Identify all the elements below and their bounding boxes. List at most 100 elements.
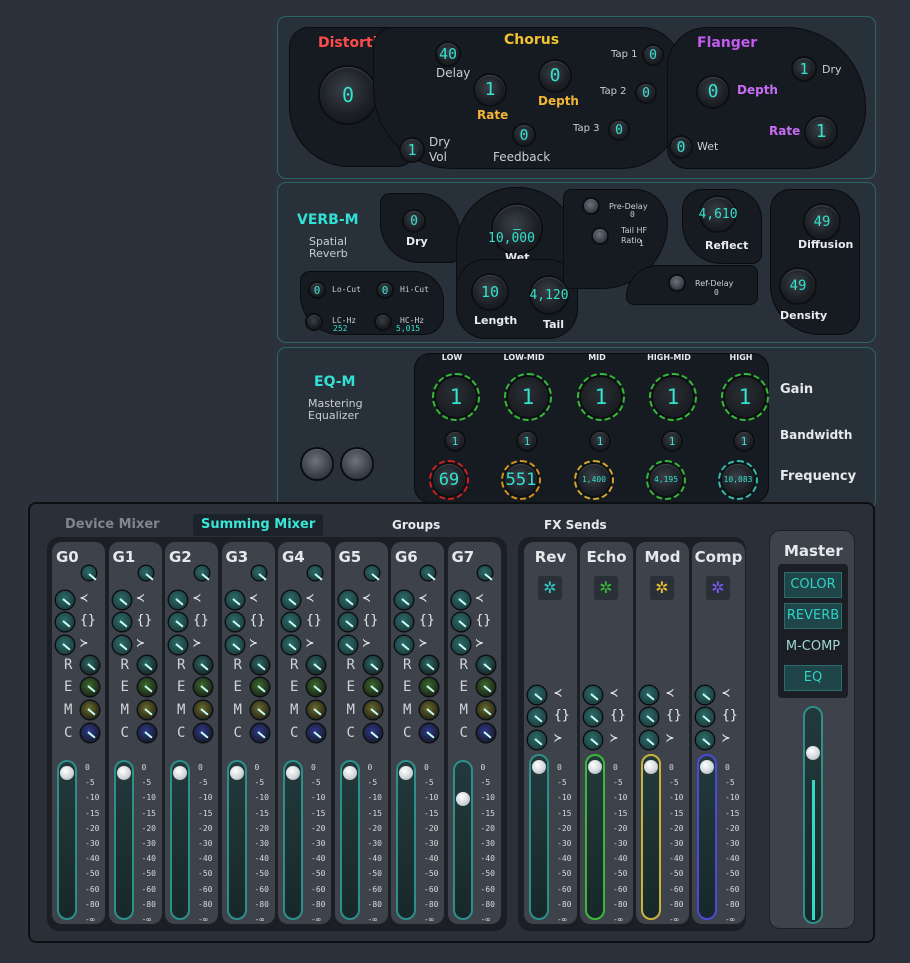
flanger-rate-knob[interactable]: 1 [806,117,836,147]
channel-send-knob[interactable] [56,613,74,631]
master-eq-button[interactable]: EQ [784,665,842,691]
channel-send-knob[interactable] [395,636,413,654]
fx-send-knob[interactable] [696,708,714,726]
fx-fader[interactable] [641,754,661,920]
channel-c-knob[interactable] [363,724,382,742]
eq-freq-knob-3[interactable]: 4,195 [650,464,682,496]
channel-fader-knob[interactable] [229,766,244,780]
channel-c-knob[interactable] [194,724,212,742]
verb-lchz-knob[interactable] [307,315,321,329]
channel-fader-knob[interactable] [116,766,131,780]
fx-send-knob[interactable] [584,686,602,704]
eq-button-2[interactable] [342,449,372,479]
channel-send-knob[interactable] [395,613,413,631]
eq-freq-knob-2[interactable]: 1,400 [578,464,610,496]
channel-c-knob[interactable] [250,724,269,742]
channel-send-knob[interactable] [282,636,300,654]
channel-send-knob[interactable] [112,613,131,631]
fx-fader-knob[interactable] [532,760,546,774]
channel-r-knob[interactable] [194,656,212,674]
channel-fader[interactable] [113,760,134,920]
master-color-button[interactable]: COLOR [784,572,842,598]
fx-fader[interactable] [697,754,717,920]
channel-send-knob[interactable] [225,636,244,654]
verb-density-knob[interactable]: 49 [781,269,815,303]
fx-send-knob[interactable] [528,731,546,749]
channel-send-knob[interactable] [451,613,470,631]
channel-pan-knob[interactable] [477,566,492,580]
master-fader-knob[interactable] [806,746,820,760]
eq-gain-knob-2[interactable]: 1 [581,377,621,417]
eq-bw-knob-2[interactable]: 1 [591,432,609,450]
channel-m-knob[interactable] [250,701,269,719]
master-fader[interactable] [803,706,823,924]
channel-m-knob[interactable] [194,701,212,719]
channel-c-knob[interactable] [307,724,325,742]
tab-groups[interactable]: Groups [392,514,440,536]
channel-pan-knob[interactable] [82,566,96,580]
channel-m-knob[interactable] [307,701,325,719]
verb-tail-knob[interactable]: 4,120 [529,277,569,313]
channel-send-knob[interactable] [169,613,187,631]
channel-fader[interactable] [226,760,247,920]
channel-c-knob[interactable] [137,724,156,742]
channel-m-knob[interactable] [363,701,382,719]
chorus-tap3-knob[interactable]: 0 [610,121,628,139]
channel-send-knob[interactable] [395,591,413,609]
channel-m-knob[interactable] [81,701,99,719]
channel-send-knob[interactable] [225,613,244,631]
channel-fader-knob[interactable] [399,766,413,780]
verb-hicut-knob[interactable]: 0 [378,283,392,297]
channel-r-knob[interactable] [420,656,438,674]
channel-fader[interactable] [452,760,473,920]
channel-e-knob[interactable] [250,678,269,696]
fx-send-knob[interactable] [584,731,602,749]
distortion-knob[interactable]: 0 [320,67,376,123]
chorus-depth-knob[interactable]: 0 [540,61,570,91]
channel-fader-knob[interactable] [286,766,300,780]
channel-c-knob[interactable] [420,724,438,742]
channel-fader[interactable] [170,760,190,920]
eq-freq-knob-4[interactable]: 10,083 [722,464,754,496]
eq-gain-knob-0[interactable]: 1 [436,377,476,417]
channel-send-knob[interactable] [282,613,300,631]
channel-m-knob[interactable] [476,701,495,719]
fx-send-knob[interactable] [528,708,546,726]
channel-m-knob[interactable] [420,701,438,719]
channel-send-knob[interactable] [338,613,357,631]
channel-fader[interactable] [57,760,77,920]
fx-gear-icon[interactable]: ✲ [594,576,618,600]
channel-fader-knob[interactable] [60,766,74,780]
fx-send-knob[interactable] [528,686,546,704]
channel-send-knob[interactable] [112,591,131,609]
fx-send-knob[interactable] [696,686,714,704]
eq-freq-knob-0[interactable]: 69 [433,464,465,496]
fx-fader-knob[interactable] [644,760,658,774]
fx-gear-icon[interactable]: ✲ [706,576,730,600]
channel-r-knob[interactable] [81,656,99,674]
verb-length-knob[interactable]: 10 [473,275,507,309]
tab-device-mixer[interactable]: Device Mixer [65,514,160,536]
channel-send-knob[interactable] [451,591,470,609]
verb-predelay-knob[interactable] [584,199,598,213]
chorus-rate-knob[interactable]: 1 [475,75,505,105]
channel-pan-knob[interactable] [308,566,322,580]
channel-send-knob[interactable] [338,591,357,609]
chorus-delay-knob[interactable]: 40 [437,43,459,65]
channel-send-knob[interactable] [169,636,187,654]
channel-send-knob[interactable] [451,636,470,654]
channel-pan-knob[interactable] [421,566,435,580]
flanger-depth-knob[interactable]: 0 [698,77,728,107]
fx-send-knob[interactable] [696,731,714,749]
fx-fader[interactable] [585,754,605,920]
channel-fader[interactable] [396,760,416,920]
channel-e-knob[interactable] [137,678,156,696]
verb-dry-knob[interactable]: 0 [404,211,424,231]
channel-r-knob[interactable] [250,656,269,674]
fx-send-knob[interactable] [584,708,602,726]
fx-send-knob[interactable] [640,708,658,726]
verb-diffusion-knob[interactable]: 49 [805,205,839,239]
fx-send-knob[interactable] [640,686,658,704]
channel-e-knob[interactable] [476,678,495,696]
eq-gain-knob-4[interactable]: 1 [725,377,765,417]
